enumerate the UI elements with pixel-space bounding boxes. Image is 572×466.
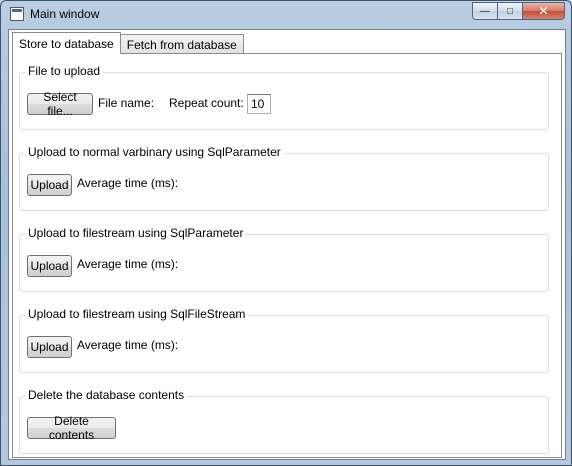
varbinary-upload-button[interactable]: Upload: [27, 174, 72, 196]
repeat-count-label: Repeat count:: [169, 96, 244, 110]
filestream-sqlparameter-group: Upload to filestream using SqlParameter …: [19, 226, 549, 292]
file-to-upload-header: File to upload: [25, 64, 104, 78]
filestream-sqlparameter-average-time-label: Average time (ms):: [77, 257, 179, 271]
tab-fetch-from-database[interactable]: Fetch from database: [119, 34, 244, 54]
delete-contents-group: Delete the database contents Delete cont…: [19, 388, 549, 454]
tab-store-to-database[interactable]: Store to database: [12, 32, 121, 54]
select-file-button[interactable]: Select file...: [27, 90, 93, 118]
client-area: Store to database Fetch from database Fi…: [8, 29, 566, 460]
app-window-icon: [10, 7, 24, 21]
varbinary-upload-group: Upload to normal varbinary using SqlPara…: [19, 145, 549, 211]
minimize-icon: —: [480, 5, 490, 17]
filestream-sqlfilestream-header: Upload to filestream using SqlFileStream: [25, 307, 249, 321]
caption-buttons: — □ ✕: [472, 2, 565, 20]
store-tab-panel: File to upload Select file... File name:…: [12, 53, 562, 458]
file-to-upload-group: File to upload Select file... File name:…: [19, 64, 549, 130]
close-button[interactable]: ✕: [522, 2, 565, 20]
title-bar[interactable]: Main window — □ ✕: [1, 1, 571, 27]
filestream-sqlfilestream-group: Upload to filestream using SqlFileStream…: [19, 307, 549, 373]
tab-strip: Store to database Fetch from database: [12, 32, 244, 54]
maximize-button[interactable]: □: [497, 2, 523, 20]
delete-contents-button[interactable]: Delete contents: [27, 414, 116, 442]
filestream-sqlparameter-header: Upload to filestream using SqlParameter: [25, 226, 247, 240]
filestream-sqlfilestream-upload-button[interactable]: Upload: [27, 336, 72, 358]
repeat-count-input[interactable]: 10: [247, 94, 271, 114]
file-name-label: File name:: [98, 96, 155, 110]
varbinary-average-time-label: Average time (ms):: [77, 176, 179, 190]
delete-contents-header: Delete the database contents: [25, 388, 188, 402]
maximize-icon: □: [506, 5, 514, 17]
filestream-sqlfilestream-average-time-label: Average time (ms):: [77, 338, 179, 352]
varbinary-upload-header: Upload to normal varbinary using SqlPara…: [25, 145, 284, 159]
close-icon: ✕: [538, 4, 549, 18]
main-window: Main window — □ ✕ Store to database Fetc…: [0, 0, 572, 466]
window-title: Main window: [30, 7, 100, 21]
filestream-sqlparameter-upload-button[interactable]: Upload: [27, 255, 72, 277]
minimize-button[interactable]: —: [472, 2, 498, 20]
